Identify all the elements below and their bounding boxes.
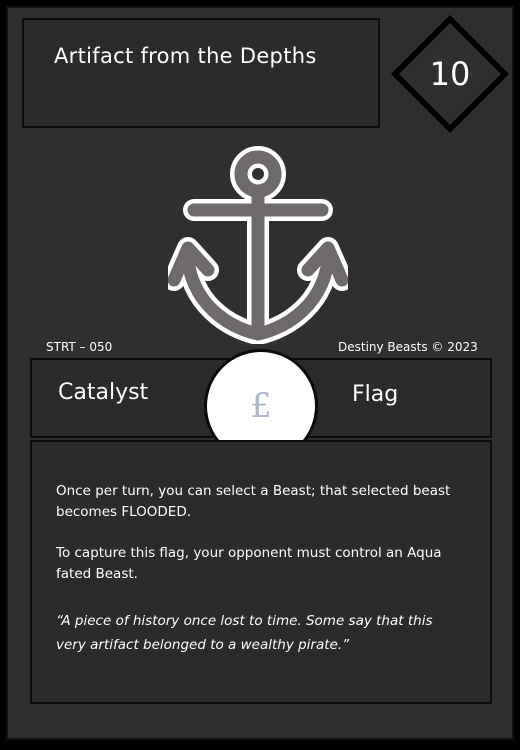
- cost-value: 10: [429, 55, 471, 93]
- effect-text: To capture this flag, your opponent must…: [56, 545, 442, 582]
- card-title-box: Artifact from the Depths: [22, 18, 380, 128]
- card-subtype-label: Flag: [352, 382, 399, 407]
- flavor-text: “A piece of history once lost to time. S…: [56, 613, 433, 653]
- set-code: STRT – 050: [46, 340, 113, 354]
- cost-diamond: 10: [388, 12, 512, 136]
- pound-sign-icon: £: [250, 386, 272, 426]
- card-title: Artifact from the Depths: [54, 44, 317, 68]
- copyright-text: Destiny Beasts © 2023: [338, 340, 478, 354]
- effect-text: Once per turn, you can select a Beast; t…: [56, 483, 451, 520]
- card-type-label: Catalyst: [58, 380, 149, 405]
- card-art: [163, 144, 353, 345]
- anchor-icon: [163, 146, 353, 345]
